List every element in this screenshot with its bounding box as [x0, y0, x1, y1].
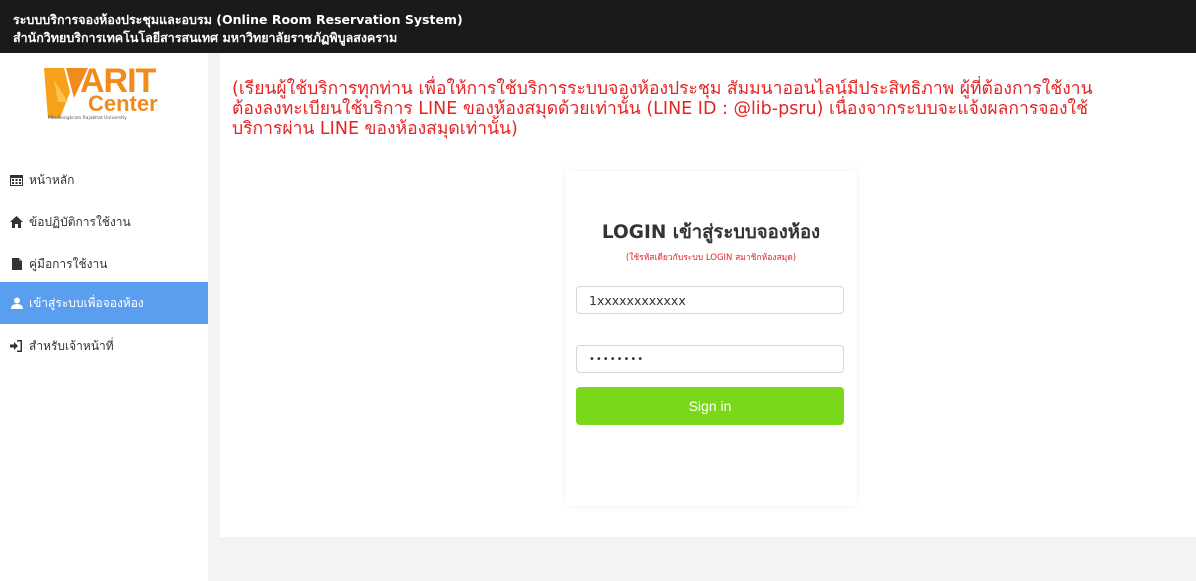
username-input[interactable] [576, 286, 844, 314]
sidebar-item-label: หน้าหลัก [29, 172, 75, 187]
notice-line: (เรียนผู้ใช้บริการทุกท่าน เพื่อให้การใช้… [232, 79, 1093, 99]
sign-in-icon [10, 340, 23, 353]
login-title: LOGIN เข้าสู่ระบบจองห้อง [601, 222, 821, 243]
top-header-bar: ระบบบริการจองห้องประชุมและอบรม (Online R… [0, 0, 1196, 53]
login-subtitle: (ใช้รหัสเดียวกับระบบ LOGIN สมาชิกห้องสมุ… [625, 253, 797, 263]
main-content: (เรียนผู้ใช้บริการทุกท่าน เพื่อให้การใช้… [220, 53, 1196, 537]
sidebar-item-label: สำหรับเจ้าหน้าที่ [29, 338, 114, 353]
sidebar-item-manual[interactable]: คู่มือการใช้งาน [0, 243, 208, 285]
sidebar-item-label: คู่มือการใช้งาน [29, 256, 108, 271]
logo-text-center: Center [88, 91, 158, 116]
notice-line: ต้องลงทะเบียนใช้บริการ LINE ของห้องสมุดด… [232, 99, 1088, 119]
sidebar-item-home[interactable]: หน้าหลัก [0, 159, 208, 201]
file-icon [10, 258, 23, 271]
sidebar: ARIT Center Pibulsongkram Rajabhat Unive… [0, 53, 208, 581]
notice-line: บริการผ่าน LINE ของห้องสมุดเท่านั้น) [232, 119, 518, 139]
sign-in-button[interactable]: Sign in [576, 387, 844, 425]
system-title: ระบบบริการจองห้องประชุมและอบรม (Online R… [13, 12, 463, 27]
password-input[interactable] [576, 345, 844, 373]
sidebar-item-rules[interactable]: ข้อปฏิบัติการใช้งาน [0, 201, 208, 243]
login-card: LOGIN เข้าสู่ระบบจองห้อง (ใช้รหัสเดียวกั… [565, 171, 857, 506]
sidebar-item-staff[interactable]: สำหรับเจ้าหน้าที่ [0, 325, 208, 367]
arit-center-logo[interactable]: ARIT Center Pibulsongkram Rajabhat Unive… [44, 64, 172, 124]
calendar-icon [10, 174, 23, 187]
home-icon [10, 216, 23, 229]
sidebar-item-label: ข้อปฏิบัติการใช้งาน [29, 214, 131, 229]
user-icon [10, 297, 23, 310]
line-registration-notice: (เรียนผู้ใช้บริการทุกท่าน เพื่อให้การใช้… [232, 79, 1188, 139]
logo-tagline: Pibulsongkram Rajabhat University [48, 116, 127, 121]
sidebar-item-label: เข้าสู่ระบบเพื่อจองห้อง [29, 295, 144, 310]
organization-name: สำนักวิทยบริการเทคโนโลยีสารสนเทศ มหาวิทย… [13, 30, 398, 45]
sidebar-item-login[interactable]: เข้าสู่ระบบเพื่อจองห้อง [0, 282, 208, 324]
